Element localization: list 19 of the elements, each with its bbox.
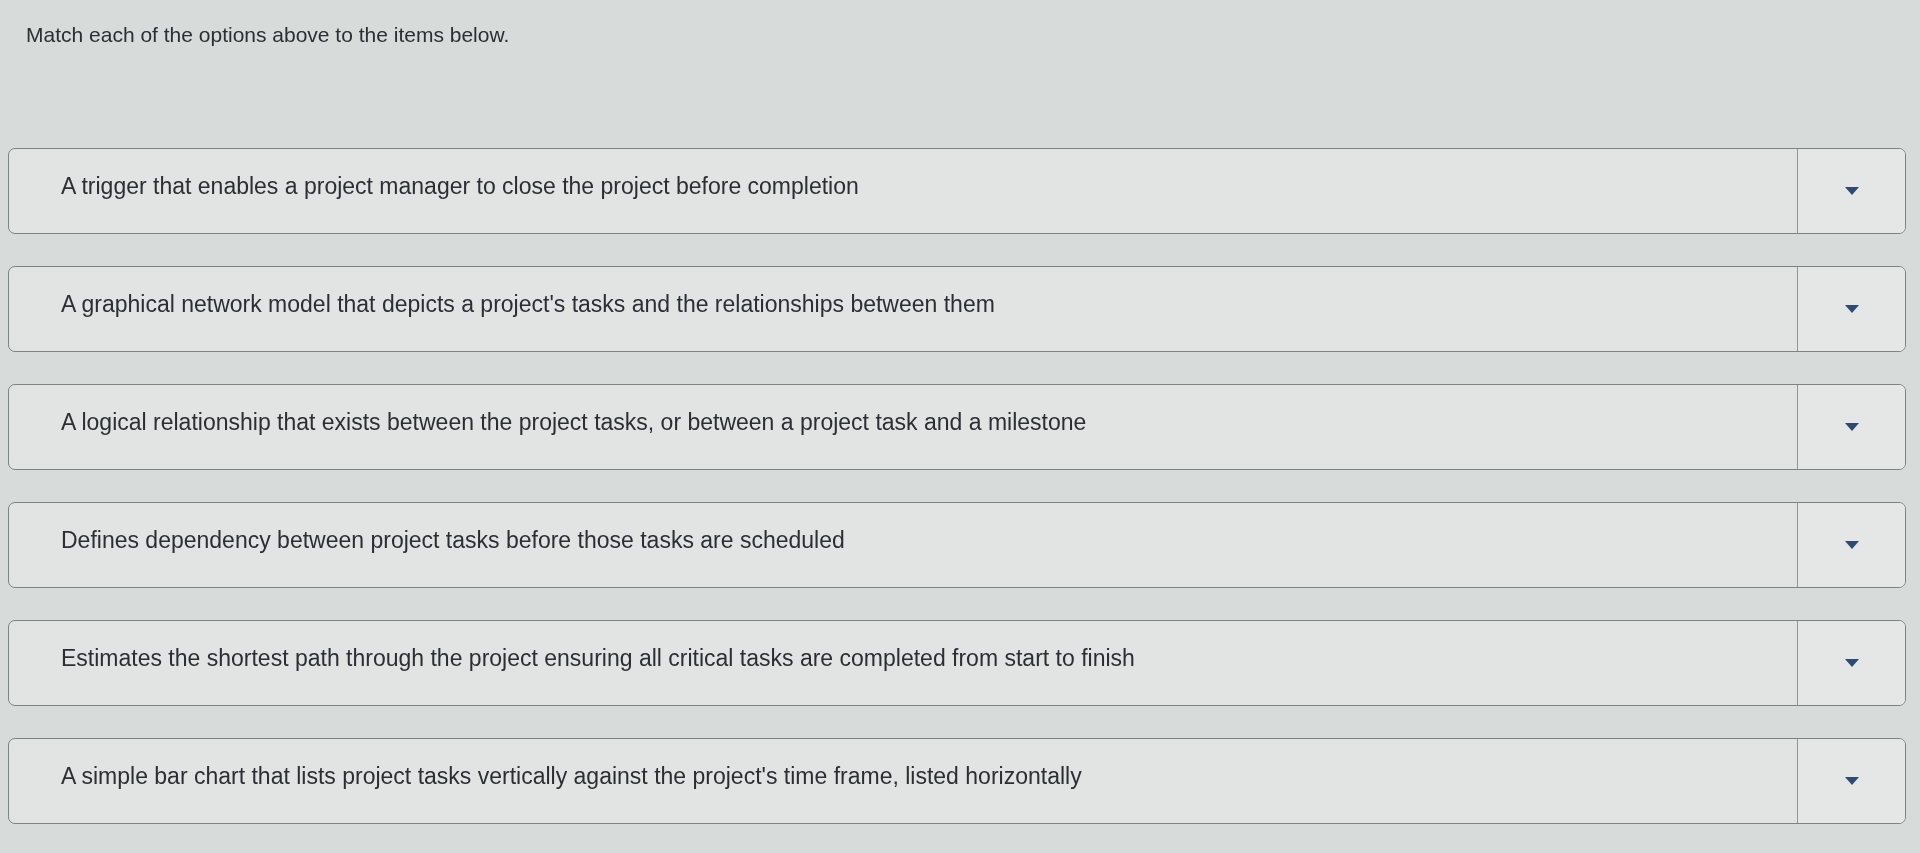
caret-icon <box>1844 187 1859 195</box>
caret-icon <box>1844 777 1859 785</box>
answer-dropdown[interactable] <box>1797 503 1905 587</box>
item-text: A logical relationship that exists between the project tasks, or between a project task and a milestone <box>60 408 1088 436</box>
item-text: A graphical network model that depicts a project's tasks and the relationships between them <box>60 290 996 318</box>
item-text: A simple bar chart that lists project tasks vertically against the project's time frame, listed horizontally <box>60 762 1083 790</box>
item-text: Defines dependency between project tasks before those tasks are scheduled <box>60 526 846 554</box>
caret-icon <box>1844 305 1859 313</box>
answer-dropdown[interactable] <box>1797 149 1905 233</box>
answer-dropdown[interactable] <box>1797 385 1905 469</box>
caret-icon <box>1844 541 1859 549</box>
answer-dropdown[interactable] <box>1797 621 1905 705</box>
item-text: A trigger that enables a project manager to close the project before completion <box>60 172 860 200</box>
answer-dropdown[interactable] <box>1797 267 1905 351</box>
caret-icon <box>1844 423 1859 431</box>
caret-icon <box>1844 659 1859 667</box>
answer-dropdown[interactable] <box>1797 739 1905 823</box>
instruction-text: Match each of the options above to the items below. <box>26 22 511 48</box>
item-text: Estimates the shortest path through the project ensuring all critical tasks are completed from start to finish <box>60 644 1136 672</box>
